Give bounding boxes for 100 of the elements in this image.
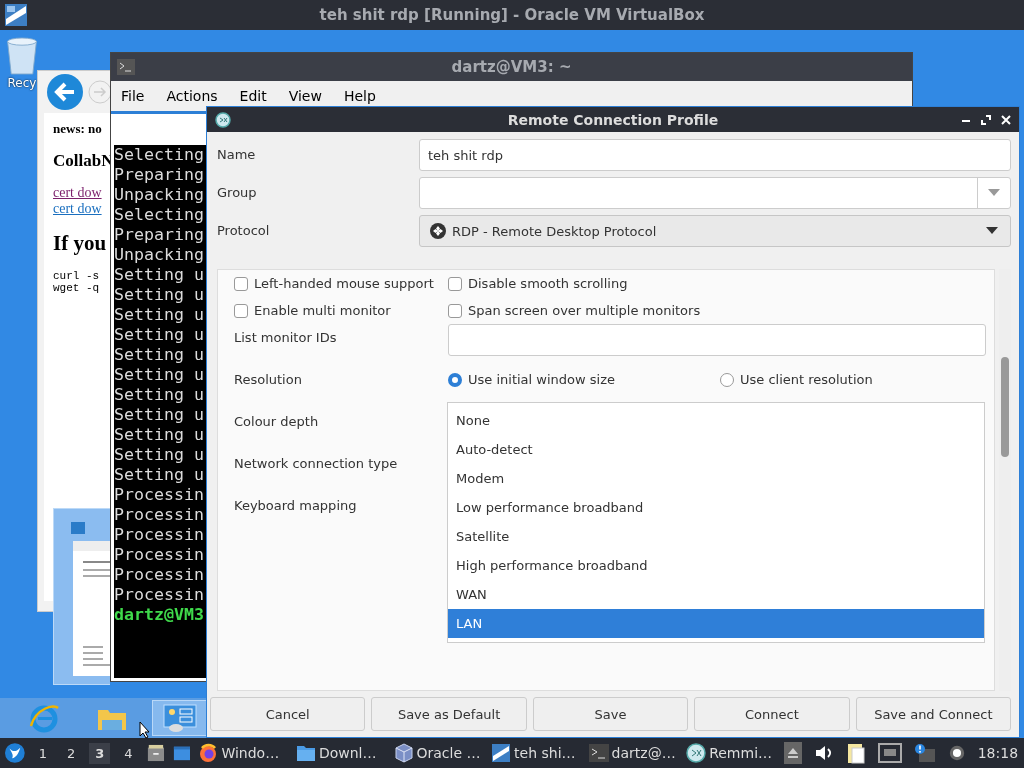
task-button[interactable]: Remmi… bbox=[686, 743, 776, 763]
terminal-line: Setting u bbox=[114, 365, 204, 385]
rdp-icon bbox=[430, 223, 446, 239]
field-label: Colour depth bbox=[234, 414, 320, 429]
link[interactable]: cert dow bbox=[53, 201, 102, 217]
checkbox[interactable]: Enable multi monitor bbox=[234, 303, 448, 318]
terminal-line: Processin bbox=[114, 545, 204, 565]
menu-item[interactable]: Help bbox=[343, 88, 376, 104]
task-button[interactable]: dartz@… bbox=[588, 744, 679, 762]
workspace-button[interactable]: 2 bbox=[61, 742, 82, 764]
checkbox[interactable]: Span screen over multiple monitors bbox=[448, 303, 994, 318]
menu-item[interactable]: View bbox=[288, 88, 322, 104]
terminal-line: dartz@VM3 bbox=[114, 605, 204, 625]
workspace-button[interactable]: 1 bbox=[32, 742, 53, 764]
dialog-button[interactable]: Save as Default bbox=[371, 697, 527, 731]
taskbar-button[interactable] bbox=[152, 700, 208, 736]
terminal-line: Setting u bbox=[114, 345, 204, 365]
dropdown-option[interactable]: Modem bbox=[448, 464, 984, 493]
field-label: Network connection type bbox=[234, 456, 399, 471]
caret-icon bbox=[988, 189, 1000, 197]
checkbox[interactable]: Disable smooth scrolling bbox=[448, 276, 994, 291]
terminal-line: Setting u bbox=[114, 465, 204, 485]
vm-icon bbox=[491, 743, 512, 763]
monitor-ids-field[interactable] bbox=[448, 324, 986, 356]
protocol-select[interactable]: RDP - Remote Desktop Protocol bbox=[419, 215, 1011, 247]
field-label: Resolution bbox=[234, 372, 303, 387]
file-cabinet-icon[interactable] bbox=[146, 743, 165, 763]
settings-icon[interactable] bbox=[947, 744, 966, 762]
remmina-icon bbox=[686, 743, 707, 763]
terminal-line: Preparing bbox=[114, 225, 204, 245]
browser-icon bbox=[28, 702, 60, 734]
network-icon[interactable] bbox=[877, 743, 902, 763]
dropdown-option[interactable]: High performance broadband bbox=[448, 551, 984, 580]
field-label: Protocol bbox=[217, 223, 271, 238]
terminal-line: Selecting bbox=[114, 205, 204, 225]
task-button[interactable]: Windo… bbox=[198, 743, 288, 763]
terminal-line: Processin bbox=[114, 485, 204, 505]
remmina-icon bbox=[215, 111, 231, 128]
terminal-line: Setting u bbox=[114, 425, 204, 445]
link[interactable]: cert dow bbox=[53, 185, 102, 201]
page-text: news: no bbox=[53, 121, 102, 137]
terminal-line: Processin bbox=[114, 505, 204, 525]
terminal-line: Selecting bbox=[114, 145, 204, 165]
clock: 18:18 bbox=[977, 745, 1019, 761]
dropdown-option[interactable]: None bbox=[448, 406, 984, 435]
dropdown-option[interactable]: LAN bbox=[448, 609, 984, 638]
field-label: Keyboard mapping bbox=[234, 498, 358, 513]
terminal-line: Setting u bbox=[114, 405, 204, 425]
vm-icon bbox=[4, 3, 28, 27]
task-button[interactable]: Downl… bbox=[295, 743, 386, 763]
page-text: If you bbox=[53, 231, 107, 256]
folder-icon bbox=[295, 743, 316, 763]
radio-button[interactable]: Use client resolution bbox=[719, 372, 873, 387]
dropdown-option[interactable]: Auto-detect bbox=[448, 435, 984, 464]
page-text: wget -q bbox=[53, 282, 100, 294]
name-field[interactable]: teh shit rdp bbox=[419, 139, 1011, 171]
firefox-icon bbox=[198, 743, 219, 763]
dialog-button[interactable]: Connect bbox=[694, 697, 850, 731]
task-button[interactable]: Oracle … bbox=[393, 743, 484, 763]
dialog-button[interactable]: Cancel bbox=[210, 697, 366, 731]
terminal-line: Setting u bbox=[114, 325, 204, 345]
field-label: Name bbox=[217, 147, 257, 162]
terminal-line: Setting u bbox=[114, 445, 204, 465]
radio-button[interactable]: Use initial window size bbox=[448, 372, 615, 387]
eject-icon[interactable] bbox=[783, 742, 802, 764]
window-title: dartz@VM3: ~ bbox=[451, 58, 572, 76]
terminal-line: Processin bbox=[114, 585, 204, 605]
recycle-bin-icon[interactable] bbox=[4, 36, 40, 76]
dialog-button[interactable]: Save and Connect bbox=[855, 697, 1012, 731]
clipboard-icon[interactable] bbox=[845, 742, 866, 764]
cursor-icon bbox=[139, 721, 151, 739]
back-icon[interactable] bbox=[46, 73, 84, 111]
window-title: Remote Connection Profile bbox=[507, 111, 719, 128]
dropdown-option[interactable]: WAN bbox=[448, 580, 984, 609]
dropdown-option[interactable]: Satellite bbox=[448, 522, 984, 551]
checkbox[interactable]: Left-handed mouse support bbox=[234, 276, 448, 291]
control-panel-icon bbox=[162, 702, 198, 734]
terminal-icon bbox=[588, 744, 609, 762]
field-label: Group bbox=[217, 185, 258, 200]
maximize-icon[interactable] bbox=[981, 114, 991, 125]
workspace-button[interactable]: 4 bbox=[118, 742, 139, 764]
terminal-line: Setting u bbox=[114, 265, 204, 285]
terminal-line: Setting u bbox=[114, 285, 204, 305]
menu-item[interactable]: Edit bbox=[239, 88, 267, 104]
dropdown-option[interactable]: Low performance broadband bbox=[448, 493, 984, 522]
cube-icon bbox=[393, 743, 414, 763]
close-icon[interactable] bbox=[1001, 114, 1011, 125]
window-preview[interactable] bbox=[53, 508, 110, 685]
volume-icon[interactable] bbox=[813, 743, 834, 763]
forward-icon[interactable] bbox=[88, 80, 112, 104]
start-menu-icon[interactable] bbox=[5, 742, 25, 764]
dialog-button[interactable]: Save bbox=[532, 697, 689, 731]
notification-icon[interactable] bbox=[913, 743, 936, 763]
terminal-line: Setting u bbox=[114, 385, 204, 405]
menu-item[interactable]: File bbox=[121, 88, 145, 104]
menu-item[interactable]: Actions bbox=[166, 88, 218, 104]
task-button[interactable]: teh shi… bbox=[491, 743, 581, 763]
terminal-line: Processin bbox=[114, 565, 204, 585]
terminal-line: Processin bbox=[114, 525, 204, 545]
workspace-button[interactable]: 3 bbox=[89, 742, 111, 764]
